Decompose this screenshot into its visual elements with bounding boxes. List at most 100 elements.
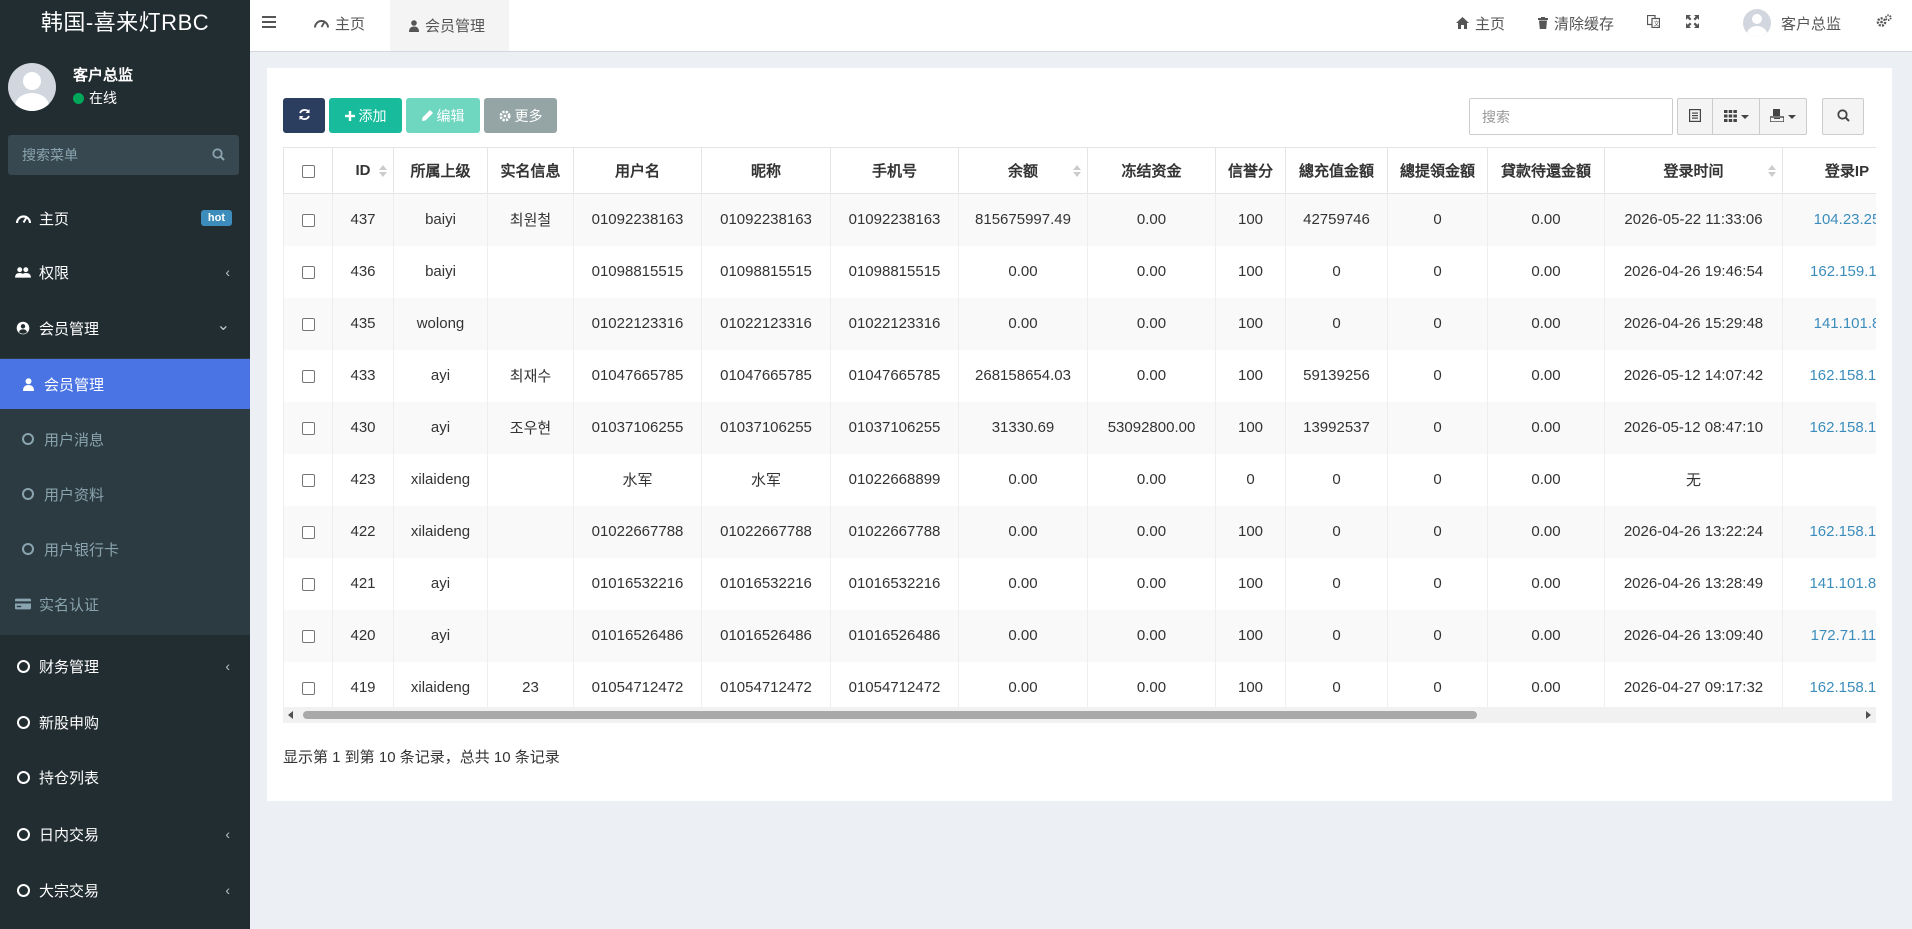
- sidebar-item-finance[interactable]: 财务管理 ‹: [0, 641, 250, 691]
- cell-nickname: 01016526486: [701, 609, 831, 662]
- table-search-input[interactable]: [1470, 99, 1672, 134]
- sidebar-item-home[interactable]: 主页 hot: [0, 193, 250, 243]
- cell-login-ip[interactable]: 162.158.17: [1782, 401, 1876, 454]
- table-row[interactable]: 430 ayi 조우현 01037106255 01037106255 010371062…: [283, 401, 1876, 454]
- settings-button[interactable]: [1876, 0, 1892, 46]
- row-checkbox[interactable]: [301, 265, 315, 279]
- cell-total-withdraw: 0: [1387, 453, 1488, 506]
- cell-frozen: 0.00: [1087, 193, 1216, 246]
- cell-username: 01092238163: [573, 193, 702, 246]
- submenu-item-user-profile[interactable]: 用户资料: [0, 469, 250, 519]
- row-select-cell: [283, 505, 333, 558]
- cell-login-time: 2026-04-27 09:17:32: [1604, 661, 1783, 714]
- circle-icon: [15, 715, 31, 729]
- column-header-id[interactable]: ID: [332, 147, 394, 194]
- sort-icon: [1768, 165, 1776, 177]
- cell-credit: 0: [1215, 453, 1286, 506]
- column-header-balance[interactable]: 余额: [958, 147, 1088, 194]
- home-link[interactable]: 主页: [1456, 0, 1505, 46]
- refresh-button[interactable]: [283, 98, 325, 133]
- fullscreen-button[interactable]: [1686, 0, 1699, 46]
- cell-username: 01047665785: [573, 349, 702, 402]
- sidebar-item-positions[interactable]: 持仓列表: [0, 752, 250, 802]
- cell-login-ip[interactable]: 172.71.111: [1782, 609, 1876, 662]
- table-row[interactable]: 433 ayi 최재수 01047665785 01047665785 010476657…: [283, 349, 1876, 402]
- column-header-parent: 所属上级: [393, 147, 488, 194]
- edit-button[interactable]: 编辑: [406, 98, 480, 133]
- cell-frozen: 0.00: [1087, 609, 1216, 662]
- row-checkbox[interactable]: [301, 317, 315, 331]
- search-icon[interactable]: [212, 148, 225, 164]
- sidebar-item-permissions[interactable]: 权限 ‹: [0, 247, 250, 297]
- export-button[interactable]: [1759, 98, 1807, 135]
- cell-login-ip[interactable]: 162.158.18: [1782, 349, 1876, 402]
- row-checkbox[interactable]: [301, 629, 315, 643]
- table-row[interactable]: 437 baiyi 최원철 01092238163 01092238163 0109223…: [283, 193, 1876, 246]
- toggle-view-button[interactable]: [1677, 98, 1713, 135]
- tab-home[interactable]: 主页: [298, 0, 381, 46]
- column-header-login-time[interactable]: 登录时间: [1604, 147, 1783, 194]
- table-row[interactable]: 436 baiyi 01098815515 01098815515 0109881551…: [283, 245, 1876, 298]
- search-button[interactable]: [1822, 98, 1864, 135]
- cell-balance: 0.00: [958, 661, 1088, 714]
- cell-username: 01016526486: [573, 609, 702, 662]
- row-checkbox[interactable]: [301, 421, 315, 435]
- cell-login-ip[interactable]: 104.23.25: [1782, 193, 1876, 246]
- row-checkbox[interactable]: [301, 681, 315, 695]
- translate-button[interactable]: 文: [1646, 0, 1661, 46]
- horizontal-scrollbar[interactable]: [283, 707, 1876, 723]
- cell-balance: 31330.69: [958, 401, 1088, 454]
- table-row[interactable]: 419 xilaideng 23 01054712472 01054712472 0105…: [283, 661, 1876, 714]
- row-checkbox[interactable]: [301, 213, 315, 227]
- app-logo[interactable]: 韩国-喜来灯RBC: [0, 0, 250, 45]
- user-icon: [409, 19, 419, 32]
- scroll-left-icon[interactable]: [288, 711, 293, 719]
- scroll-right-icon[interactable]: [1866, 711, 1871, 719]
- cell-username: 01022667788: [573, 505, 702, 558]
- user-icon: [20, 377, 36, 391]
- row-checkbox[interactable]: [301, 525, 315, 539]
- table-row[interactable]: 435 wolong 01022123316 01022123316 010221233…: [283, 297, 1876, 350]
- cell-login-ip[interactable]: 162.158.13: [1782, 661, 1876, 714]
- columns-button[interactable]: [1712, 98, 1760, 135]
- cell-balance: 0.00: [958, 505, 1088, 558]
- table-row[interactable]: 421 ayi 01016532216 01016532216 01016532216 0…: [283, 557, 1876, 610]
- cell-login-ip[interactable]: [1782, 453, 1876, 506]
- cell-total-deposit: 0: [1285, 557, 1388, 610]
- submenu-item-real-name-verification[interactable]: 实名认证: [0, 579, 250, 629]
- cell-parent: ayi: [393, 349, 488, 402]
- column-header-phone: 手机号: [830, 147, 959, 194]
- row-select-cell: [283, 245, 333, 298]
- tab-member-management[interactable]: 会员管理: [390, 0, 509, 51]
- clear-cache-button[interactable]: 清除缓存: [1538, 0, 1614, 46]
- more-button[interactable]: 更多: [484, 98, 557, 133]
- sidebar-item-intraday-trading[interactable]: 日内交易 ‹: [0, 809, 250, 859]
- table-row[interactable]: 420 ayi 01016526486 01016526486 01016526486 0…: [283, 609, 1876, 662]
- user-menu[interactable]: 客户总监: [1743, 0, 1841, 46]
- row-checkbox[interactable]: [301, 473, 315, 487]
- table-row[interactable]: 423 xilaideng 水军 水军 01022668899 0.00 0.00 0 0 0 0.…: [283, 453, 1876, 506]
- sidebar-toggle[interactable]: [262, 0, 284, 46]
- add-button[interactable]: 添加: [329, 98, 402, 133]
- scrollbar-thumb[interactable]: [303, 711, 1477, 719]
- cell-phone: 01016526486: [830, 609, 959, 662]
- cell-login-ip[interactable]: 162.159.11: [1782, 245, 1876, 298]
- cell-phone: 01022668899: [830, 453, 959, 506]
- cell-loan-due: 0.00: [1487, 453, 1605, 506]
- user-panel: 客户总监 在线: [0, 45, 250, 125]
- menu-search-input[interactable]: [8, 135, 198, 175]
- cell-login-ip[interactable]: 162.158.13: [1782, 505, 1876, 558]
- cell-login-ip[interactable]: 141.101.84: [1782, 557, 1876, 610]
- table-row[interactable]: 422 xilaideng 01022667788 01022667788 010226…: [283, 505, 1876, 558]
- sidebar-item-members[interactable]: 会员管理 ⌄: [0, 303, 250, 353]
- row-checkbox[interactable]: [301, 369, 315, 383]
- sidebar-item-block-trading[interactable]: 大宗交易 ‹: [0, 865, 250, 915]
- submenu-item-user-bank-cards[interactable]: 用户银行卡: [0, 524, 250, 574]
- cell-credit: 100: [1215, 245, 1286, 298]
- row-checkbox[interactable]: [301, 577, 315, 591]
- submenu-item-user-messages[interactable]: 用户消息: [0, 414, 250, 464]
- submenu-item-member-management[interactable]: 会员管理: [0, 359, 250, 409]
- select-all-checkbox[interactable]: [301, 164, 315, 178]
- sidebar-item-ipo-subscription[interactable]: 新股申购: [0, 697, 250, 747]
- cell-login-ip[interactable]: 141.101.8: [1782, 297, 1876, 350]
